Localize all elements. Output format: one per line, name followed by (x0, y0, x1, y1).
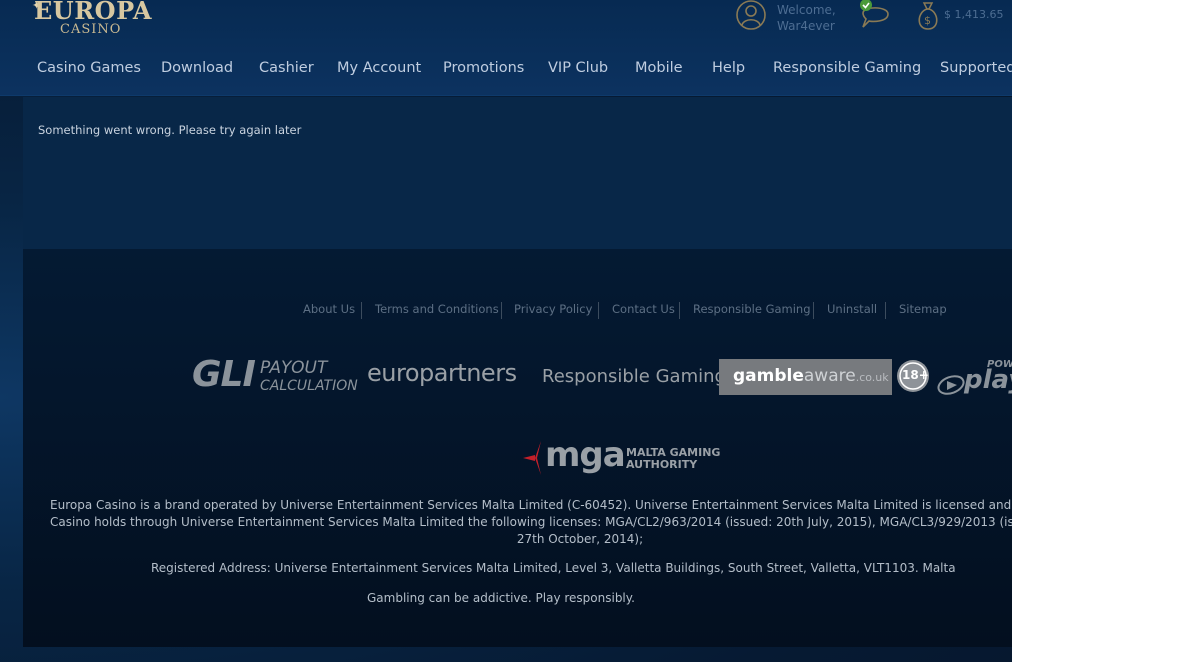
footer-link-terms[interactable]: Terms and Conditions (375, 302, 499, 316)
playtech-swoosh-icon (937, 375, 965, 395)
gambling-warning: Gambling can be addictive. Play responsi… (367, 591, 635, 605)
footer-links: About Us Terms and Conditions Privacy Po… (23, 302, 1012, 319)
gambleaware-text: gambleaware.co.uk (733, 366, 889, 386)
welcome-text: Welcome, War4ever (777, 2, 836, 34)
nav-my-account[interactable]: My Account (337, 60, 421, 76)
content-panel: Something went wrong. Please try again l… (23, 97, 1012, 249)
gambleaware-logo[interactable]: gambleaware.co.uk (719, 359, 892, 395)
footer-link-about-us[interactable]: About Us (303, 302, 355, 316)
gli-payout-badge[interactable]: GLI PAYOUT CALCULATION (192, 354, 362, 398)
footer-link-responsible-gaming[interactable]: Responsible Gaming (693, 302, 811, 316)
playtech-logo[interactable]: POW play (937, 359, 1012, 399)
footer-link-divider (598, 302, 599, 319)
gli-payout-text: PAYOUT (260, 358, 328, 378)
europa-casino-logo[interactable]: ✦ EUROPA CASINO (32, 0, 152, 40)
age-18-plus-icon: 18+ (896, 359, 930, 393)
age-18-plus-text: 18+ (902, 368, 929, 382)
site-footer: About Us Terms and Conditions Privacy Po… (23, 249, 1012, 647)
user-icon[interactable] (736, 0, 766, 30)
playtech-name-text: play (964, 365, 1012, 395)
nav-mobile[interactable]: Mobile (635, 60, 683, 76)
nav-promotions[interactable]: Promotions (443, 60, 524, 76)
footer-link-divider (679, 302, 680, 319)
chat-icon[interactable] (858, 0, 892, 30)
nav-cashier[interactable]: Cashier (259, 60, 314, 76)
registered-address: Registered Address: Universe Entertainme… (151, 561, 956, 575)
gli-calculation-text: CALCULATION (260, 378, 358, 394)
footer-link-divider (361, 302, 362, 319)
mga-line2-text: AUTHORITY (626, 458, 698, 471)
account-balance[interactable]: $ 1,413.65 (944, 8, 1003, 21)
error-message: Something went wrong. Please try again l… (38, 123, 302, 137)
nav-casino-games[interactable]: Casino Games (37, 60, 141, 76)
legal-text-line: Casino holds through Universe Entertainm… (50, 515, 1012, 529)
gli-logo-text: GLI (192, 354, 256, 395)
footer-link-uninstall[interactable]: Uninstall (827, 302, 877, 316)
responsible-gaming-logo[interactable]: Responsible Gaming (542, 366, 726, 387)
nav-help[interactable]: Help (712, 60, 745, 76)
mga-cross-icon (523, 441, 541, 475)
footer-link-divider (813, 302, 814, 319)
footer-link-sitemap[interactable]: Sitemap (899, 302, 947, 316)
footer-link-privacy[interactable]: Privacy Policy (514, 302, 592, 316)
nav-download[interactable]: Download (161, 60, 233, 76)
main-nav: Casino Games Download Cashier My Account… (0, 60, 1012, 84)
nav-responsible-gaming[interactable]: Responsible Gaming (773, 60, 921, 76)
nav-vip-club[interactable]: VIP Club (548, 60, 608, 76)
gambleaware-bold: gamble (733, 366, 804, 386)
svg-text:$: $ (924, 14, 931, 27)
legal-text-line: 27th October, 2014); (516, 532, 644, 546)
europartners-logo[interactable]: europartners (367, 359, 517, 387)
browser-viewport: ✦ EUROPA CASINO Welcome, War4ever $ $ 1,… (0, 0, 1012, 662)
legal-text-line: Europa Casino is a brand operated by Uni… (50, 498, 1012, 512)
nav-supported[interactable]: Supported (940, 60, 1012, 76)
notification-check-icon (860, 0, 872, 11)
mga-name-text: mga (545, 435, 626, 475)
welcome-label: Welcome, (777, 3, 836, 17)
footer-link-divider (885, 302, 886, 319)
gambleaware-domain: .co.uk (855, 371, 889, 384)
gambleaware-light: aware (803, 366, 856, 386)
mga-logo[interactable]: mga MALTA GAMING AUTHORITY (521, 435, 721, 479)
footer-link-divider (501, 302, 502, 319)
footer-link-contact[interactable]: Contact Us (612, 302, 675, 316)
username[interactable]: War4ever (777, 18, 836, 34)
money-bag-icon[interactable]: $ (914, 0, 942, 31)
logo-subtitle: CASINO (60, 22, 122, 37)
site-header: ✦ EUROPA CASINO Welcome, War4ever $ $ 1,… (0, 0, 1012, 96)
